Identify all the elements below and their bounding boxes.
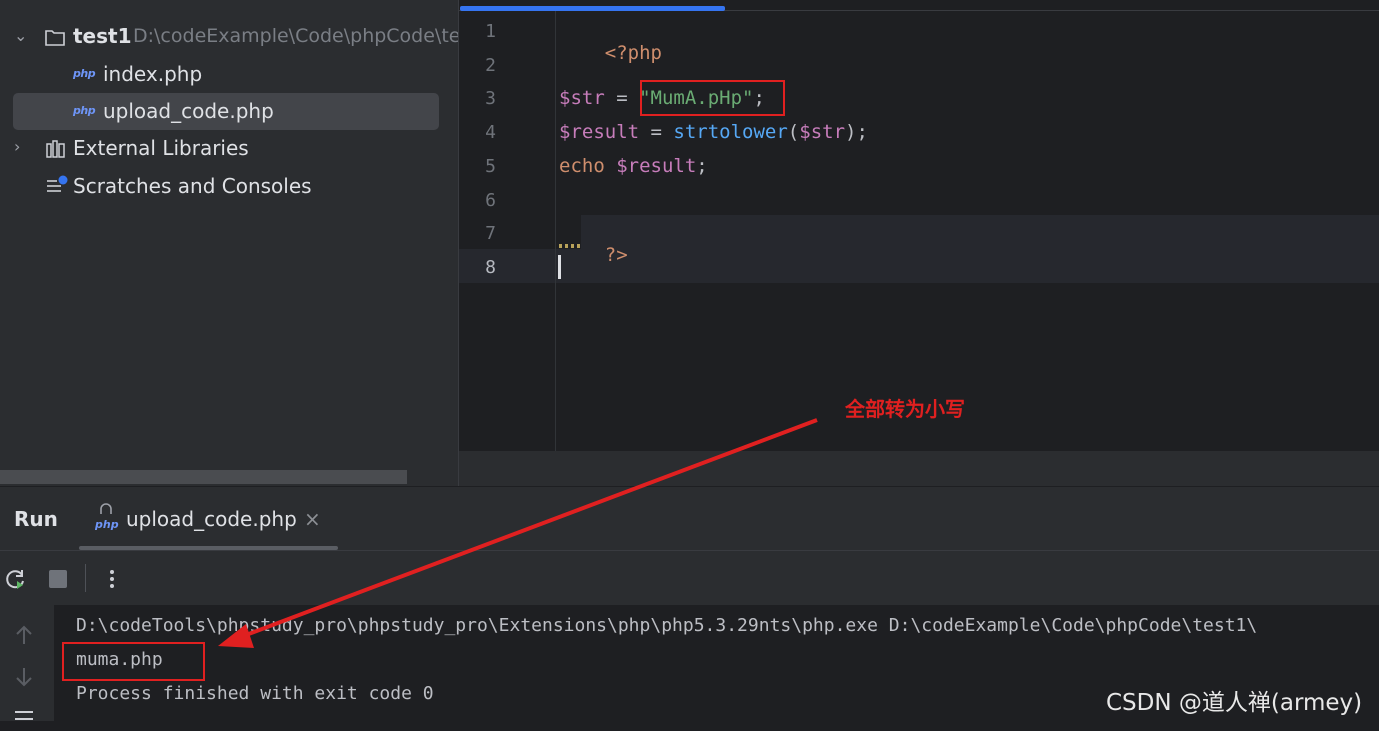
operator-token: = xyxy=(639,121,674,143)
annotation-box-string xyxy=(640,80,785,116)
project-tool-window: ⌄ test1 D:\codeExample\Code\phpCode\test… xyxy=(0,0,458,486)
semicolon-token: ; xyxy=(696,155,708,177)
console-side-toolbar xyxy=(0,605,54,721)
tree-file-label: index.php xyxy=(103,62,203,86)
line-number: 2 xyxy=(485,55,496,76)
code-line-5: echo $result; xyxy=(559,155,708,177)
chevron-down-icon[interactable]: ⌄ xyxy=(14,28,28,44)
library-icon xyxy=(46,140,65,158)
run-toolbar xyxy=(0,550,1379,605)
run-tool-window-header: Run php upload_code.php × xyxy=(0,486,1379,550)
editor-bottom-strip xyxy=(459,451,1379,486)
paren-token: ( xyxy=(787,121,800,143)
tree-scratches-label: Scratches and Consoles xyxy=(73,174,312,198)
scratches-icon xyxy=(47,175,68,192)
tree-file-label: upload_code.php xyxy=(103,99,274,123)
line-highlight-7 xyxy=(581,215,1379,249)
line-number-current: 8 xyxy=(485,257,496,278)
php-run-config-icon: php xyxy=(95,503,119,531)
console-command-line: D:\codeTools\phpstudy_pro\phpstudy_pro\E… xyxy=(76,615,1258,636)
chevron-right-icon[interactable]: › xyxy=(14,139,28,155)
variable-token: $result xyxy=(559,121,640,143)
svg-text:php: php xyxy=(95,518,119,531)
line-number: 3 xyxy=(485,88,496,109)
variable-token: $result xyxy=(616,155,697,177)
php-open-tag: <?php xyxy=(604,42,662,64)
paren-token: ); xyxy=(845,121,868,143)
watermark-text: CSDN @道人禅(armey) xyxy=(1106,690,1363,716)
scroll-down-icon[interactable] xyxy=(12,665,36,689)
gutter-separator xyxy=(555,11,556,451)
tree-external-libraries[interactable]: › External Libraries xyxy=(0,131,458,167)
annotation-label: 全部转为小写 xyxy=(845,397,965,421)
console-exit-line: Process finished with exit code 0 xyxy=(76,683,434,704)
keyword-token: echo xyxy=(559,155,605,177)
tree-external-libraries-label: External Libraries xyxy=(73,136,249,160)
tree-root-label: test1 xyxy=(73,24,132,48)
php-file-icon: php xyxy=(73,104,96,117)
php-close-tag: ?> xyxy=(604,244,628,266)
line-number: 1 xyxy=(485,21,496,42)
line-number: 5 xyxy=(485,156,496,177)
active-tab-indicator xyxy=(460,6,725,11)
function-call-token: strtolower xyxy=(673,121,788,143)
line-number: 6 xyxy=(485,190,496,211)
operator-token: = xyxy=(604,87,640,109)
php-file-icon: php xyxy=(73,67,96,80)
line-number: 4 xyxy=(485,122,496,143)
horizontal-scrollbar[interactable] xyxy=(0,470,407,484)
scroll-up-icon[interactable] xyxy=(12,623,36,647)
code-line-1: <?php xyxy=(559,20,662,86)
tree-file-index[interactable]: php index.php xyxy=(0,57,458,93)
variable-token: $str xyxy=(799,121,846,143)
more-options-icon[interactable] xyxy=(100,567,124,591)
stop-icon[interactable] xyxy=(46,567,70,591)
text-caret xyxy=(558,255,561,279)
toolbar-separator xyxy=(85,564,86,592)
tree-file-upload-code[interactable]: php upload_code.php xyxy=(13,93,439,130)
line-number: 7 xyxy=(485,223,496,244)
tree-root-test1[interactable]: ⌄ test1 D:\codeExample\Code\phpCode\test… xyxy=(0,19,458,55)
folder-icon xyxy=(45,30,65,46)
annotation-box-output xyxy=(62,642,205,681)
variable-token: $str xyxy=(559,87,605,109)
tree-scratches[interactable]: Scratches and Consoles xyxy=(0,169,458,205)
code-line-7: ?> xyxy=(559,222,628,288)
run-panel-title: Run xyxy=(14,507,58,531)
soft-wrap-icon[interactable] xyxy=(12,707,36,731)
rerun-icon[interactable] xyxy=(4,567,28,591)
run-tab-label[interactable]: upload_code.php xyxy=(126,507,297,531)
tree-root-path: D:\codeExample\Code\phpCode\test1 xyxy=(133,25,458,47)
warning-squiggle xyxy=(559,244,581,248)
close-icon[interactable]: × xyxy=(304,507,321,531)
code-line-4: $result = strtolower($str); xyxy=(559,121,868,143)
